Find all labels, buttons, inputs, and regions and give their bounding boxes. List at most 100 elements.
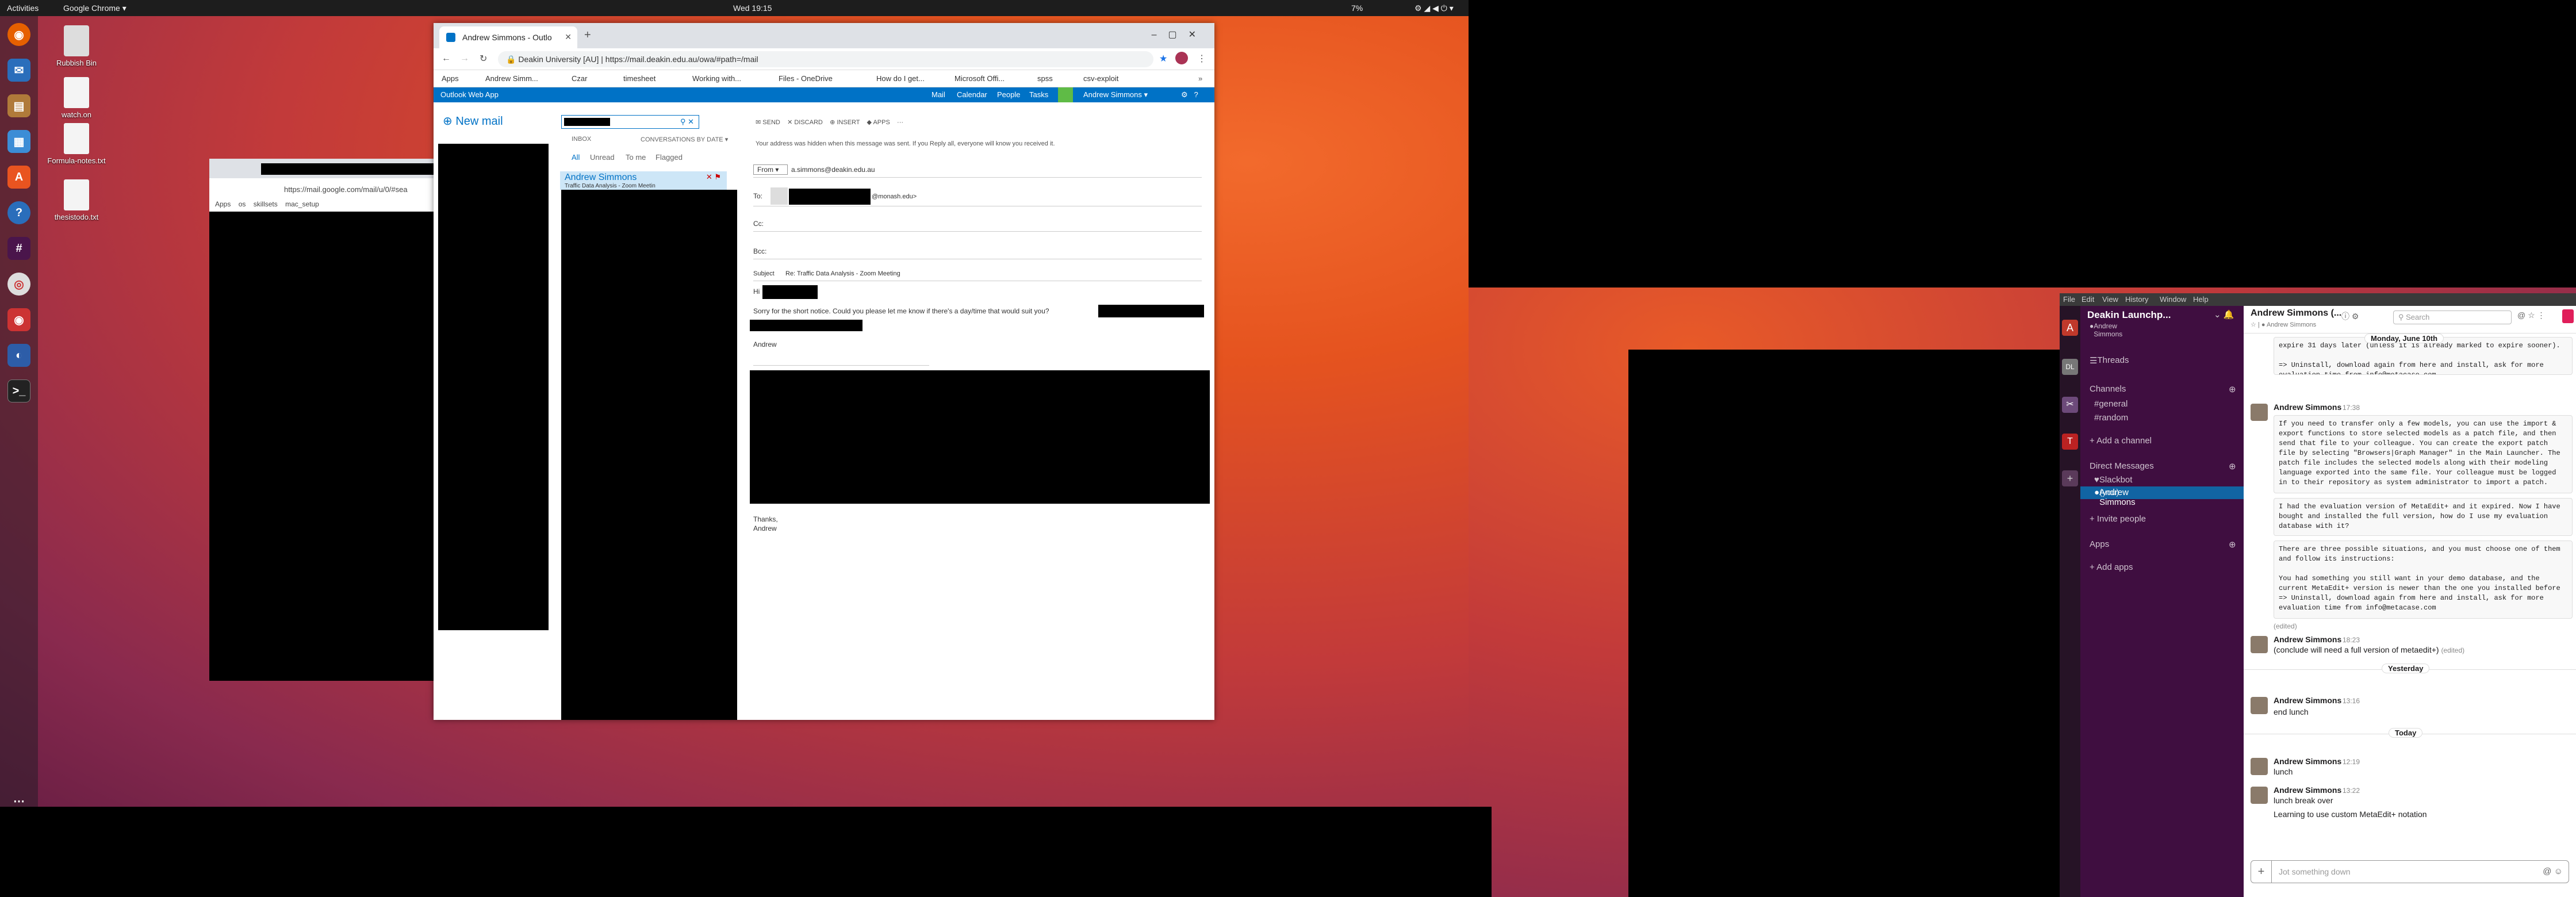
- menu-history[interactable]: History: [2125, 295, 2148, 304]
- conversation-title[interactable]: Andrew Simmons (...: [2251, 308, 2341, 319]
- help-icon[interactable]: ?: [7, 201, 30, 224]
- item-actions-icon[interactable]: ✕ ⚑: [706, 172, 721, 182]
- menu-file[interactable]: File: [2063, 295, 2075, 304]
- message-time[interactable]: 13:22: [2343, 787, 2360, 795]
- thesistodo-desktop-icon[interactable]: thesistodo.txt: [45, 179, 108, 221]
- channel-general[interactable]: # general: [2094, 399, 2128, 409]
- invite-people-link[interactable]: + Invite people: [2090, 514, 2146, 524]
- clock[interactable]: Wed 19:15: [733, 3, 772, 13]
- menu-view[interactable]: View: [2102, 295, 2118, 304]
- workspace-a[interactable]: A: [2062, 320, 2078, 336]
- channel-random[interactable]: # random: [2094, 413, 2128, 423]
- message-author[interactable]: Andrew Simmons: [2274, 785, 2341, 795]
- system-menu-icons[interactable]: ⚙ ◢ ◀ ⏻ ▾: [1414, 3, 1454, 13]
- url-field[interactable]: 🔒 Deakin University [AU] | https://mail.…: [498, 51, 1153, 67]
- owa-user-menu[interactable]: Andrew Simmons ▾: [1083, 90, 1148, 99]
- mention-emoji-icons[interactable]: @ ☺: [2543, 867, 2563, 876]
- message-time[interactable]: 18:23: [2343, 636, 2360, 644]
- bookmark-6[interactable]: How do I get...: [876, 74, 925, 83]
- bookmark-4[interactable]: Working with...: [692, 74, 741, 83]
- slack-icon[interactable]: #: [7, 237, 30, 260]
- sort-dropdown[interactable]: CONVERSATIONS BY DATE ▾: [641, 136, 728, 143]
- gmail-url[interactable]: https://mail.google.com/mail/u/0/#sea: [284, 185, 408, 194]
- search-input[interactable]: ⚲ Search: [2393, 310, 2512, 324]
- add-workspace-button[interactable]: +: [2062, 470, 2078, 486]
- bookmark-1[interactable]: Andrew Simm...: [485, 74, 538, 83]
- forward-icon[interactable]: →: [460, 53, 469, 64]
- activities-button[interactable]: Activities: [7, 3, 39, 13]
- tab-close-icon[interactable]: ✕: [565, 32, 572, 42]
- message-author[interactable]: Andrew Simmons: [2274, 635, 2341, 644]
- chrome-window[interactable]: Andrew Simmons - Outlo ✕ + –▢✕ ← → ↻ 🔒 D…: [434, 23, 1214, 720]
- nav-tasks[interactable]: Tasks: [1029, 90, 1048, 99]
- nav-people[interactable]: People: [997, 90, 1020, 99]
- body-greeting[interactable]: Hi: [753, 288, 760, 296]
- nav-mail[interactable]: Mail: [931, 90, 945, 99]
- chrome-icon[interactable]: ◎: [7, 273, 30, 296]
- add-app-icon[interactable]: ⊕: [2229, 539, 2236, 550]
- bookmark-3[interactable]: timesheet: [623, 74, 656, 83]
- header-actions-icons[interactable]: @ ☆ ⋮: [2517, 310, 2546, 320]
- star-icon[interactable]: ★: [1159, 53, 1167, 64]
- search-box[interactable]: ⚲ ✕: [561, 115, 699, 129]
- message-author[interactable]: Andrew Simmons: [2274, 402, 2341, 412]
- app-red-icon[interactable]: ◉: [7, 308, 30, 331]
- avatar[interactable]: [2251, 758, 2268, 775]
- to-suffix[interactable]: @monash.edu>: [872, 193, 917, 200]
- tab-outlook[interactable]: Andrew Simmons - Outlo ✕: [439, 26, 577, 48]
- thunderbird-icon[interactable]: ✉: [7, 59, 30, 82]
- window-controls[interactable]: –▢✕: [1152, 29, 1208, 40]
- message-composer[interactable]: + Jot something down @ ☺: [2251, 860, 2569, 883]
- message-time[interactable]: 13:16: [2343, 697, 2360, 705]
- watch-on-desktop-icon[interactable]: watch.on: [45, 77, 108, 119]
- avatar[interactable]: [2251, 787, 2268, 804]
- message-time[interactable]: 17:38: [2343, 404, 2360, 412]
- add-apps-link[interactable]: + Add apps: [2090, 562, 2133, 572]
- avatar[interactable]: [2251, 404, 2268, 421]
- chrome-menu-icon[interactable]: ⋮: [1197, 53, 1206, 64]
- formula-notes-desktop-icon[interactable]: Formula-notes.txt: [45, 123, 108, 165]
- dm-slackbot[interactable]: ♥ Slackbot: [2094, 475, 2132, 485]
- add-channel-link[interactable]: + Add a channel: [2090, 436, 2152, 446]
- body-text[interactable]: Sorry for the short notice. Could you pl…: [753, 307, 1049, 315]
- from-dropdown[interactable]: From ▾: [753, 164, 788, 175]
- message-author[interactable]: Andrew Simmons: [2274, 696, 2341, 705]
- notifications-icon[interactable]: ⌄ 🔔: [2214, 309, 2234, 320]
- reload-icon[interactable]: ↻: [480, 53, 487, 64]
- workspace-3[interactable]: ✂: [2062, 397, 2078, 413]
- bookmark-apps[interactable]: Apps: [442, 74, 459, 83]
- eclipse-icon[interactable]: ◐: [7, 344, 30, 367]
- bookmarks-more-icon[interactable]: »: [1198, 74, 1202, 83]
- dm-self-selected[interactable]: ● Andrew Simmons (you): [2080, 486, 2244, 507]
- menu-help[interactable]: Help: [2193, 295, 2209, 304]
- workspace-4[interactable]: T: [2062, 434, 2078, 450]
- attach-icon[interactable]: +: [2251, 861, 2272, 883]
- signoff[interactable]: Andrew: [753, 340, 777, 348]
- gmail-window[interactable]: https://mail.google.com/mail/u/0/#sea Ap…: [209, 159, 439, 681]
- add-dm-icon[interactable]: ⊕: [2229, 461, 2236, 471]
- rubbish-bin-desktop-icon[interactable]: Rubbish Bin: [45, 25, 108, 67]
- workspace-dl[interactable]: DL: [2062, 359, 2078, 375]
- search-icon[interactable]: ⚲ ✕: [680, 117, 694, 126]
- software-icon[interactable]: A: [7, 166, 30, 189]
- avatar[interactable]: [2251, 636, 2268, 653]
- message-time[interactable]: 12:19: [2343, 758, 2360, 766]
- writer-icon[interactable]: ▦: [7, 130, 30, 153]
- terminal-icon[interactable]: >_: [7, 379, 30, 402]
- filter-unread[interactable]: Unread: [590, 153, 615, 162]
- new-mail-button[interactable]: ⊕ New mail: [443, 114, 503, 128]
- new-tab-icon[interactable]: +: [584, 29, 591, 42]
- files-icon[interactable]: ▤: [7, 94, 30, 117]
- show-apps-icon[interactable]: ⋯: [7, 789, 30, 807]
- battery-percent[interactable]: 7%: [1351, 3, 1363, 13]
- bookmark-2[interactable]: Czar: [572, 74, 587, 83]
- apps-header[interactable]: Apps: [2090, 539, 2109, 549]
- app-badge-icon[interactable]: [2562, 309, 2574, 323]
- app-menu[interactable]: Google Chrome ▾: [63, 3, 126, 13]
- filter-flagged[interactable]: Flagged: [656, 153, 683, 162]
- filter-all[interactable]: All: [572, 153, 580, 162]
- cc-field[interactable]: Cc:: [753, 220, 764, 228]
- filter-tome[interactable]: To me: [626, 153, 646, 162]
- message-author[interactable]: Andrew Simmons: [2274, 757, 2341, 766]
- owa-settings-icon[interactable]: ⚙ ?: [1181, 90, 1198, 99]
